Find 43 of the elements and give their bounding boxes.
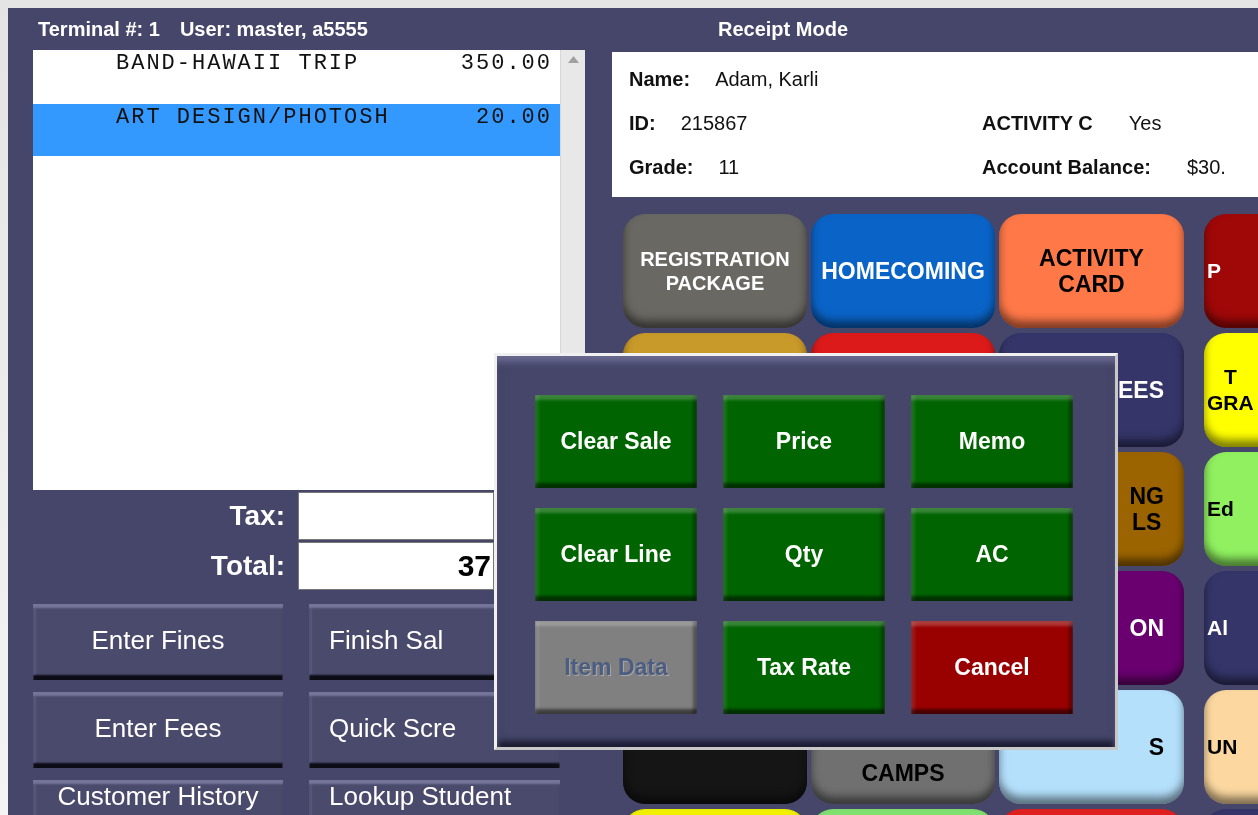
user-label: User: master, a5555 bbox=[179, 17, 368, 41]
command-button[interactable]: Clear Sale bbox=[535, 395, 697, 488]
category-button[interactable]: UN bbox=[1204, 690, 1258, 804]
tax-label: Tax: bbox=[228, 499, 285, 533]
item-amount: 20.00 bbox=[476, 104, 552, 132]
field-value: $30. bbox=[1186, 155, 1226, 179]
category-button[interactable]: T GRA bbox=[1204, 333, 1258, 447]
command-button[interactable]: Cancel bbox=[911, 621, 1073, 714]
category-button[interactable]: P bbox=[1204, 214, 1258, 328]
field-label: Grade: bbox=[629, 155, 694, 179]
item-amount: 350.00 bbox=[460, 50, 552, 78]
category-button[interactable]: HOMECOMING bbox=[811, 214, 995, 328]
field-value: 215867 bbox=[680, 111, 748, 135]
field-label: ACTIVITY C bbox=[982, 111, 1093, 135]
command-button[interactable]: Qty bbox=[723, 508, 885, 601]
field-label: Name: bbox=[629, 67, 691, 91]
category-button[interactable]: Ed bbox=[1204, 452, 1258, 566]
mode-title: Receipt Mode bbox=[718, 17, 849, 41]
terminal-label: Terminal #: 1 bbox=[38, 17, 160, 41]
category-button[interactable]: ACTIVITY CARD bbox=[999, 214, 1184, 328]
field-value: Adam, Karli bbox=[715, 67, 819, 91]
action-button[interactable]: Customer History bbox=[33, 780, 283, 815]
field-value: 11 bbox=[718, 155, 740, 179]
command-button[interactable]: Clear Line bbox=[535, 508, 697, 601]
command-button[interactable]: AC bbox=[911, 508, 1073, 601]
action-button[interactable]: Enter Fines bbox=[33, 604, 283, 680]
item-name: BAND-HAWAII TRIP bbox=[116, 50, 360, 78]
action-button[interactable]: Lookup Student bbox=[309, 780, 560, 815]
tax-field[interactable] bbox=[298, 492, 494, 540]
receipt-row[interactable]: BAND-HAWAII TRIP 350.00 bbox=[33, 50, 560, 102]
action-button[interactable]: Enter Fees bbox=[33, 692, 283, 768]
receipt-row[interactable]: ART DESIGN/PHOTOSH 20.00 bbox=[33, 104, 560, 156]
field-label: Account Balance: bbox=[982, 155, 1151, 179]
field-label: ID: bbox=[629, 111, 656, 135]
command-button[interactable]: Tax Rate bbox=[723, 621, 885, 714]
item-name: ART DESIGN/PHOTOSH bbox=[116, 104, 390, 132]
category-button[interactable]: Al bbox=[1204, 571, 1258, 685]
command-button[interactable]: Price bbox=[723, 395, 885, 488]
category-button[interactable]: REGISTRATION PACKAGE bbox=[623, 214, 807, 328]
field-value: Yes bbox=[1128, 111, 1162, 135]
command-button[interactable]: Memo bbox=[911, 395, 1073, 488]
total-label: Total: bbox=[209, 549, 285, 583]
total-field[interactable]: 37 bbox=[298, 542, 494, 590]
